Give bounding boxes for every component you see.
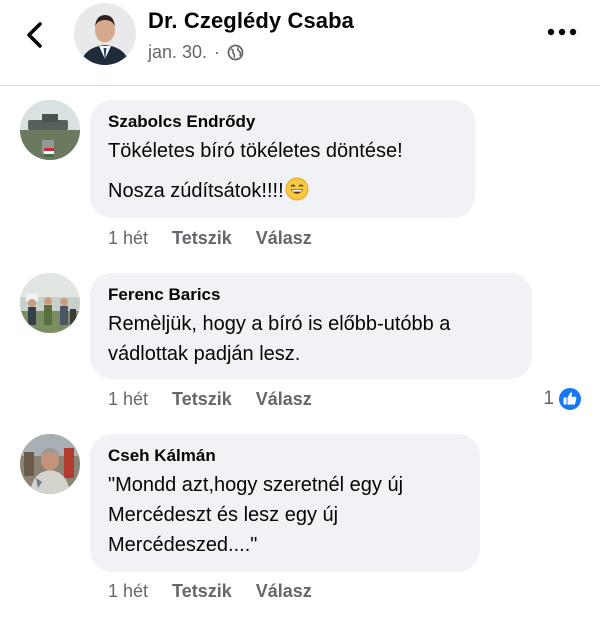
commenter-avatar[interactable] bbox=[20, 434, 80, 494]
reply-action[interactable]: Válasz bbox=[256, 228, 312, 249]
comment-text: Nosza zúdítsátok!!!! bbox=[108, 180, 284, 202]
comment-text-line: Mercédeszt és lesz egy új bbox=[108, 504, 339, 526]
post-meta: jan. 30. · bbox=[148, 42, 244, 63]
avatar-image bbox=[20, 100, 80, 160]
reply-action[interactable]: Válasz bbox=[256, 581, 312, 602]
back-button[interactable] bbox=[20, 18, 50, 52]
comment-bubble: Ferenc Barics Remèljük, hogy a bíró is e… bbox=[90, 273, 532, 379]
comment-author[interactable]: Szabolcs Endrődy bbox=[108, 112, 457, 132]
comment-text-line: Tökéletes bíró tökéletes döntése! bbox=[108, 140, 403, 162]
chevron-left-icon bbox=[27, 22, 42, 48]
like-action[interactable]: Tetszik bbox=[172, 389, 232, 410]
comment-text-line: "Mondd azt,hogy szeretnél egy új bbox=[108, 474, 404, 496]
reaction-count: 1 bbox=[543, 388, 554, 409]
comment-bubble: Cseh Kálmán "Mondd azt,hogy szeretnél eg… bbox=[90, 434, 480, 572]
like-action[interactable]: Tetszik bbox=[172, 228, 232, 249]
comment-time[interactable]: 1 hét bbox=[108, 581, 148, 602]
comment-actions: 1 hét Tetszik Válasz bbox=[108, 389, 336, 410]
more-options-button[interactable] bbox=[546, 24, 578, 40]
avatar-image bbox=[20, 273, 80, 333]
commenter-avatar[interactable] bbox=[20, 100, 80, 160]
comment-text-line: vádlottak padján lesz. bbox=[108, 343, 301, 365]
commenter-avatar[interactable] bbox=[20, 273, 80, 333]
reply-action[interactable]: Válasz bbox=[256, 389, 312, 410]
profile-photo bbox=[74, 3, 136, 65]
comment-bubble: Szabolcs Endrődy Tökéletes bíró tökélete… bbox=[90, 100, 475, 218]
comment-text-line-with-emoji: Nosza zúdítsátok!!!! bbox=[108, 176, 457, 206]
avatar-image bbox=[20, 434, 80, 494]
comment-text-line: Remèljük, hogy a bíró is előbb-utóbb a bbox=[108, 313, 451, 335]
reaction-summary[interactable]: 1 bbox=[543, 387, 582, 411]
page-name[interactable]: Dr. Czeglédy Csaba bbox=[148, 8, 354, 34]
page-avatar[interactable] bbox=[74, 3, 136, 65]
comment-time[interactable]: 1 hét bbox=[108, 389, 148, 410]
more-dots-icon bbox=[547, 28, 577, 36]
post-date[interactable]: jan. 30. bbox=[148, 42, 207, 63]
grinning-face-emoji-icon bbox=[285, 177, 309, 201]
like-action[interactable]: Tetszik bbox=[172, 581, 232, 602]
comment-author[interactable]: Cseh Kálmán bbox=[108, 446, 462, 466]
comment-text-line: Mercédeszed...." bbox=[108, 534, 258, 556]
globe-icon bbox=[227, 44, 244, 61]
comment-author[interactable]: Ferenc Barics bbox=[108, 285, 514, 305]
comment-time[interactable]: 1 hét bbox=[108, 228, 148, 249]
meta-separator: · bbox=[214, 42, 221, 62]
like-thumb-icon bbox=[558, 387, 582, 411]
post-header: Dr. Czeglédy Csaba jan. 30. · bbox=[0, 0, 600, 86]
comment-actions: 1 hét Tetszik Válasz bbox=[108, 228, 336, 249]
comment-actions: 1 hét Tetszik Válasz bbox=[108, 581, 336, 602]
